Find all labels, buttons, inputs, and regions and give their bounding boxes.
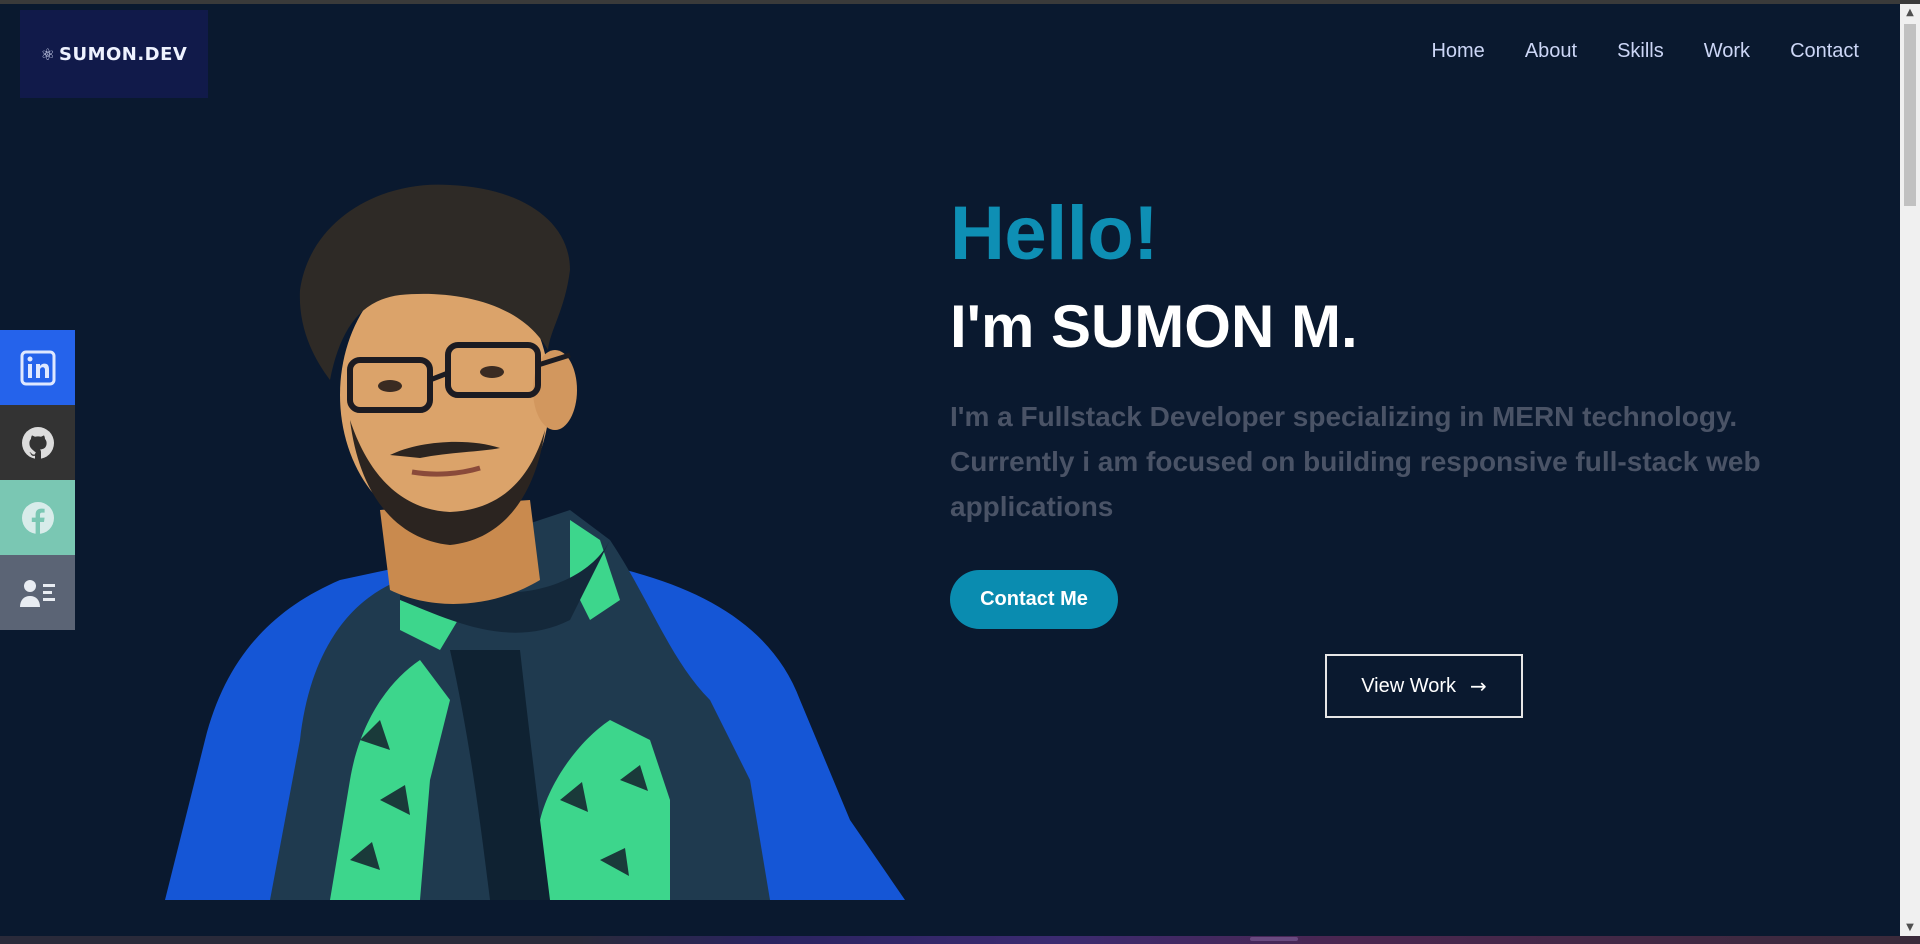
nav-home[interactable]: Home: [1431, 40, 1484, 63]
linkedin-link[interactable]: [0, 330, 75, 405]
taskbar-strip: [0, 936, 1920, 944]
resume-icon: [19, 579, 55, 607]
view-work-label: View Work: [1361, 674, 1457, 697]
arrow-right-icon: →: [1470, 674, 1487, 698]
hero-greeting: Hello!: [950, 191, 1159, 276]
github-icon: [21, 426, 54, 459]
social-sidebar: [0, 330, 75, 630]
facebook-icon: [21, 501, 54, 534]
page-scrollbar[interactable]: ▲ ▼: [1900, 4, 1920, 936]
nav-work[interactable]: Work: [1704, 40, 1750, 63]
nav-contact[interactable]: Contact: [1790, 40, 1859, 63]
scroll-up-icon[interactable]: ▲: [1900, 4, 1920, 21]
contact-me-button[interactable]: Contact Me: [950, 570, 1118, 629]
main-nav: Home About Skills Work Contact: [1431, 40, 1859, 63]
hero-name: I'm SUMON M.: [950, 293, 1358, 360]
nav-about[interactable]: About: [1525, 40, 1577, 63]
resume-link[interactable]: [0, 555, 75, 630]
window-top-border: [0, 0, 1920, 4]
contact-me-label: Contact Me: [980, 588, 1088, 610]
github-link[interactable]: [0, 405, 75, 480]
scroll-thumb[interactable]: [1904, 24, 1916, 206]
view-work-button[interactable]: View Work →: [1325, 654, 1523, 718]
site-logo[interactable]: ⚛ SUMON.DEV: [20, 10, 208, 98]
taskbar-indicator: [1250, 937, 1298, 941]
profile-portrait: [165, 184, 905, 900]
nav-skills[interactable]: Skills: [1617, 40, 1664, 63]
atom-icon: ⚛: [40, 44, 55, 64]
hero-description: I'm a Fullstack Developer specializing i…: [950, 401, 1761, 522]
facebook-link[interactable]: [0, 480, 75, 555]
scroll-down-icon[interactable]: ▼: [1900, 919, 1920, 936]
linkedin-icon: [20, 350, 55, 385]
logo-text: SUMON.DEV: [58, 43, 188, 65]
